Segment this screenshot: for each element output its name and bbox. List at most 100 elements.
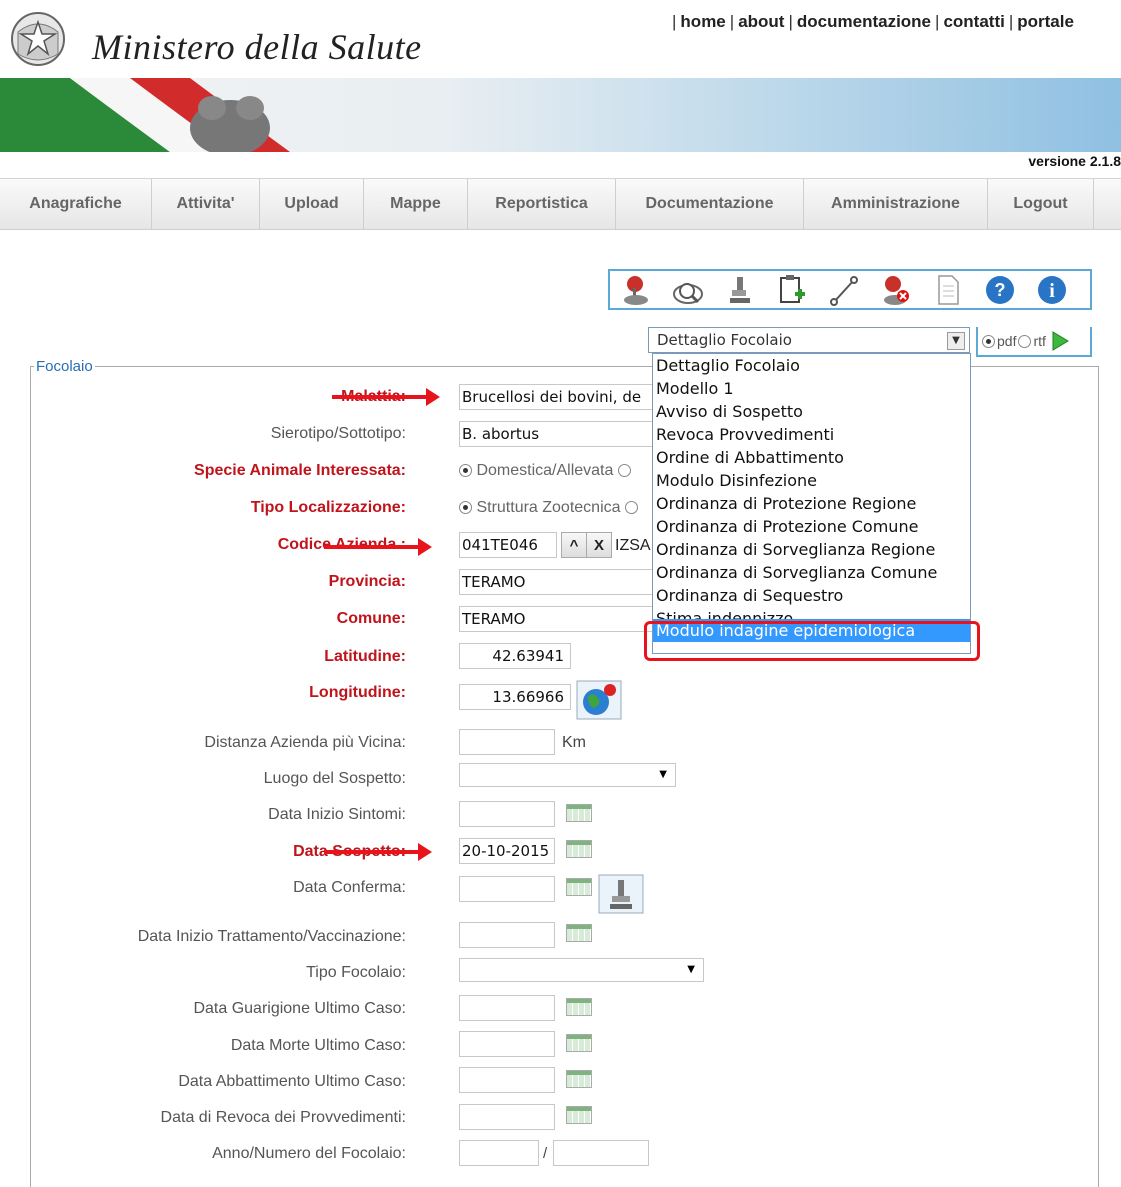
report-type-select[interactable]: Dettaglio Focolaio ▼ bbox=[648, 327, 970, 353]
document-icon[interactable] bbox=[922, 271, 974, 309]
data-sospetto-field[interactable]: 20-10-2015 bbox=[459, 838, 555, 864]
link-documentazione[interactable]: documentazione bbox=[797, 12, 931, 31]
calendar-icon[interactable] bbox=[566, 1106, 592, 1124]
nav-anagrafiche[interactable]: Anagrafiche bbox=[0, 179, 152, 229]
longitudine-label: Longitudine: bbox=[309, 684, 406, 701]
nav-attivita[interactable]: Attivita' bbox=[152, 179, 260, 229]
codice-up-button[interactable]: ^ bbox=[561, 532, 587, 558]
data-morte-label: Data Morte Ultimo Caso: bbox=[230, 1037, 406, 1054]
data-trattamento-field[interactable] bbox=[459, 922, 555, 948]
calendar-icon[interactable] bbox=[566, 840, 592, 858]
nav-logout[interactable]: Logout bbox=[988, 179, 1094, 229]
chevron-down-icon: ▼ bbox=[687, 964, 695, 975]
chevron-down-icon: ▼ bbox=[659, 769, 667, 780]
calendar-icon[interactable] bbox=[566, 804, 592, 822]
radio-domestica[interactable] bbox=[459, 464, 472, 478]
globe-map-icon[interactable] bbox=[576, 680, 622, 720]
longitudine-field[interactable]: 13.66966 bbox=[459, 684, 571, 710]
calendar-icon[interactable] bbox=[566, 878, 592, 896]
radio-pdf[interactable] bbox=[982, 334, 995, 348]
dropdown-option[interactable]: Ordinanza di Protezione Regione bbox=[653, 492, 970, 515]
tipo-focolaio-label: Tipo Focolaio: bbox=[306, 964, 406, 981]
nav-reportistica[interactable]: Reportistica bbox=[468, 179, 616, 229]
data-revoca-label: Data di Revoca dei Provvedimenti: bbox=[160, 1109, 406, 1126]
dropdown-option[interactable]: Modello 1 bbox=[653, 377, 970, 400]
link-icon[interactable] bbox=[818, 271, 870, 309]
data-conferma-label: Data Conferma: bbox=[293, 879, 406, 896]
data-morte-field[interactable] bbox=[459, 1031, 555, 1057]
info-icon[interactable]: i bbox=[1026, 271, 1078, 309]
calendar-icon[interactable] bbox=[566, 1070, 592, 1088]
dropdown-option[interactable]: Ordinanza di Sequestro bbox=[653, 584, 970, 607]
link-portale[interactable]: portale bbox=[1017, 12, 1074, 31]
sierotipo-field[interactable]: B. abortus bbox=[459, 421, 654, 447]
anno-numero-label: Anno/Numero del Focolaio: bbox=[212, 1145, 406, 1162]
search-icon[interactable] bbox=[662, 271, 714, 309]
nav-upload[interactable]: Upload bbox=[260, 179, 364, 229]
tipo-focolaio-select[interactable]: ▼ bbox=[459, 958, 704, 982]
svg-text:?: ? bbox=[995, 280, 1006, 300]
tipo-loc-option-label: Struttura Zootecnica bbox=[476, 499, 621, 516]
version-label: versione 2.1.8 bbox=[1028, 153, 1121, 169]
distanza-field[interactable] bbox=[459, 729, 555, 755]
luogo-sospetto-label: Luogo del Sospetto: bbox=[263, 770, 406, 787]
nav-documentazione[interactable]: Documentazione bbox=[616, 179, 804, 229]
codice-clear-button[interactable]: X bbox=[586, 532, 612, 558]
data-inizio-sintomi-field[interactable] bbox=[459, 801, 555, 827]
luogo-sospetto-select[interactable]: ▼ bbox=[459, 763, 676, 787]
nav-amministrazione[interactable]: Amministrazione bbox=[804, 179, 988, 229]
tipo-localizzazione-label: Tipo Localizzazione: bbox=[250, 499, 406, 516]
link-about[interactable]: about bbox=[738, 12, 784, 31]
radio-rtf[interactable] bbox=[1018, 334, 1032, 348]
dropdown-option[interactable]: Dettaglio Focolaio bbox=[653, 354, 970, 377]
action-toolbar: ? i bbox=[608, 269, 1092, 310]
red-arrow-annotation bbox=[332, 388, 440, 406]
dropdown-option[interactable]: Revoca Provvedimenti bbox=[653, 423, 970, 446]
microscope-icon[interactable] bbox=[714, 271, 766, 309]
malattia-field[interactable]: Brucellosi dei bovini, de bbox=[459, 384, 654, 410]
dropdown-option[interactable]: Stima indennizzo bbox=[653, 607, 970, 619]
dropdown-option[interactable]: Avviso di Sospetto bbox=[653, 400, 970, 423]
link-home[interactable]: home bbox=[680, 12, 725, 31]
provincia-label: Provincia: bbox=[328, 573, 406, 590]
format-rtf-label: rtf bbox=[1033, 333, 1046, 349]
data-trattamento-label: Data Inizio Trattamento/Vaccinazione: bbox=[137, 928, 406, 945]
radio-struttura-zootecnica[interactable] bbox=[459, 501, 472, 515]
help-icon[interactable]: ? bbox=[974, 271, 1026, 309]
specie-label: Specie Animale Interessata: bbox=[194, 462, 406, 479]
delete-pin-icon[interactable] bbox=[870, 271, 922, 309]
data-conferma-field[interactable] bbox=[459, 876, 555, 902]
map-pin-icon[interactable] bbox=[610, 271, 662, 309]
chevron-down-icon[interactable]: ▼ bbox=[947, 332, 965, 350]
dropdown-option[interactable]: Ordinanza di Protezione Comune bbox=[653, 515, 970, 538]
radio-tipo-loc-alt[interactable] bbox=[624, 501, 638, 515]
data-revoca-field[interactable] bbox=[459, 1104, 555, 1130]
codice-azienda-field[interactable]: 041TE046 bbox=[459, 532, 557, 558]
data-abbattimento-label: Data Abbattimento Ultimo Caso: bbox=[178, 1073, 406, 1090]
radio-specie-alt[interactable] bbox=[617, 464, 631, 478]
numero-field[interactable] bbox=[553, 1140, 649, 1166]
dropdown-option[interactable]: Ordine di Abbattimento bbox=[653, 446, 970, 469]
data-abbattimento-field[interactable] bbox=[459, 1067, 555, 1093]
latitudine-field[interactable]: 42.63941 bbox=[459, 643, 571, 669]
calendar-icon[interactable] bbox=[566, 924, 592, 942]
provincia-field[interactable]: TERAMO bbox=[459, 569, 654, 595]
microscope-icon[interactable] bbox=[598, 874, 644, 914]
dropdown-option[interactable]: Ordinanza di Sorveglianza Regione bbox=[653, 538, 970, 561]
fieldset-legend: Focolaio bbox=[34, 358, 95, 375]
report-dropdown-list: Dettaglio Focolaio Modello 1 Avviso di S… bbox=[652, 353, 971, 654]
svg-text:i: i bbox=[1049, 280, 1055, 302]
dropdown-option[interactable]: Ordinanza di Sorveglianza Comune bbox=[653, 561, 970, 584]
comune-field[interactable]: TERAMO bbox=[459, 606, 654, 632]
distanza-unit: Km bbox=[562, 734, 586, 751]
calendar-icon[interactable] bbox=[566, 1034, 592, 1052]
add-document-icon[interactable] bbox=[766, 271, 818, 309]
nav-mappe[interactable]: Mappe bbox=[364, 179, 468, 229]
data-guarigione-field[interactable] bbox=[459, 995, 555, 1021]
calendar-icon[interactable] bbox=[566, 998, 592, 1016]
anno-field[interactable] bbox=[459, 1140, 539, 1166]
distanza-label: Distanza Azienda più Vicina: bbox=[204, 734, 406, 751]
link-contatti[interactable]: contatti bbox=[943, 12, 1004, 31]
play-icon[interactable] bbox=[1050, 330, 1070, 352]
dropdown-option[interactable]: Modulo Disinfezione bbox=[653, 469, 970, 492]
